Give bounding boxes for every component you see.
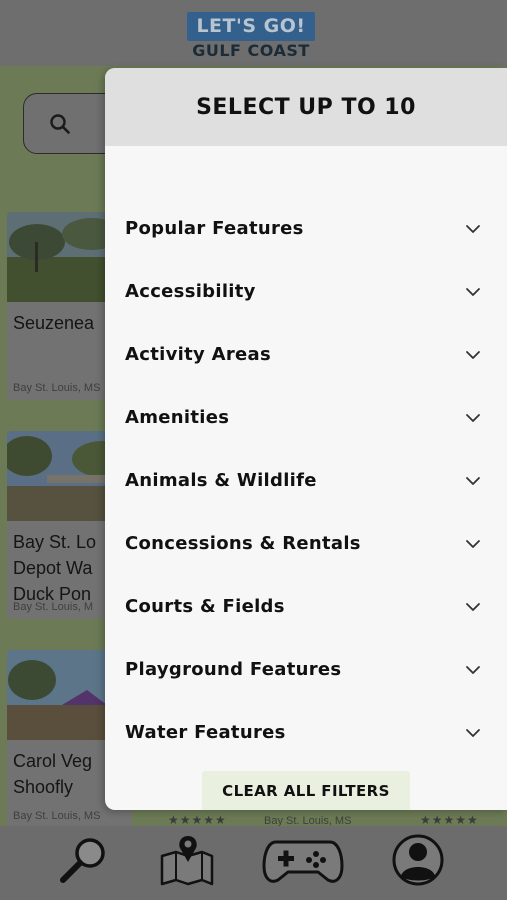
bottom-nav [0, 826, 507, 900]
profile-icon[interactable] [390, 832, 446, 888]
search-icon [50, 114, 70, 134]
card-location: Bay St. Louis, MS [13, 382, 101, 394]
filter-label: Concessions & Rentals [125, 533, 361, 554]
card-location: Bay St. Louis, M [13, 601, 94, 613]
chevron-down-icon [466, 539, 480, 548]
filter-label: Activity Areas [125, 344, 271, 365]
rating-stars: ★★★★★ [420, 813, 479, 827]
filter-label: Animals & Wildlife [125, 470, 317, 491]
filter-concessions-rentals[interactable]: Concessions & Rentals [105, 512, 507, 575]
filter-playground-features[interactable]: Playground Features [105, 638, 507, 701]
filter-label: Amenities [125, 407, 230, 428]
filter-modal: SELECT UP TO 10 Popular Features Accessi… [105, 68, 507, 810]
filter-water-features[interactable]: Water Features [105, 701, 507, 764]
chevron-down-icon [466, 350, 480, 359]
filter-label: Accessibility [125, 281, 256, 302]
app-logo: LET'S GO! GULF COAST [187, 12, 315, 61]
filter-activity-areas[interactable]: Activity Areas [105, 323, 507, 386]
chevron-down-icon [466, 476, 480, 485]
logo-top-text: LET'S GO! [187, 12, 315, 41]
filter-list: Popular Features Accessibility Activity … [105, 197, 507, 764]
chevron-down-icon [466, 665, 480, 674]
modal-title: SELECT UP TO 10 [196, 94, 416, 120]
clear-all-filters-button[interactable]: CLEAR ALL FILTERS [202, 771, 410, 810]
logo-bottom-text: GULF COAST [192, 41, 310, 60]
filter-label: Playground Features [125, 659, 342, 680]
map-icon[interactable] [158, 832, 216, 888]
filter-label: Courts & Fields [125, 596, 285, 617]
chevron-down-icon [466, 602, 480, 611]
app-header: LET'S GO! GULF COAST [0, 0, 507, 66]
modal-header: SELECT UP TO 10 [105, 68, 507, 146]
filter-courts-fields[interactable]: Courts & Fields [105, 575, 507, 638]
chevron-down-icon [466, 224, 480, 233]
filter-amenities[interactable]: Amenities [105, 386, 507, 449]
gamepad-icon[interactable] [262, 832, 344, 888]
filter-label: Water Features [125, 722, 286, 743]
filter-popular-features[interactable]: Popular Features [105, 197, 507, 260]
filter-accessibility[interactable]: Accessibility [105, 260, 507, 323]
chevron-down-icon [466, 287, 480, 296]
filter-animals-wildlife[interactable]: Animals & Wildlife [105, 449, 507, 512]
chevron-down-icon [466, 728, 480, 737]
rating-stars: ★★★★★ [168, 813, 227, 827]
card-location: Bay St. Louis, MS [13, 810, 101, 822]
chevron-down-icon [466, 413, 480, 422]
filter-label: Popular Features [125, 218, 304, 239]
magnifier-icon[interactable] [57, 832, 113, 888]
